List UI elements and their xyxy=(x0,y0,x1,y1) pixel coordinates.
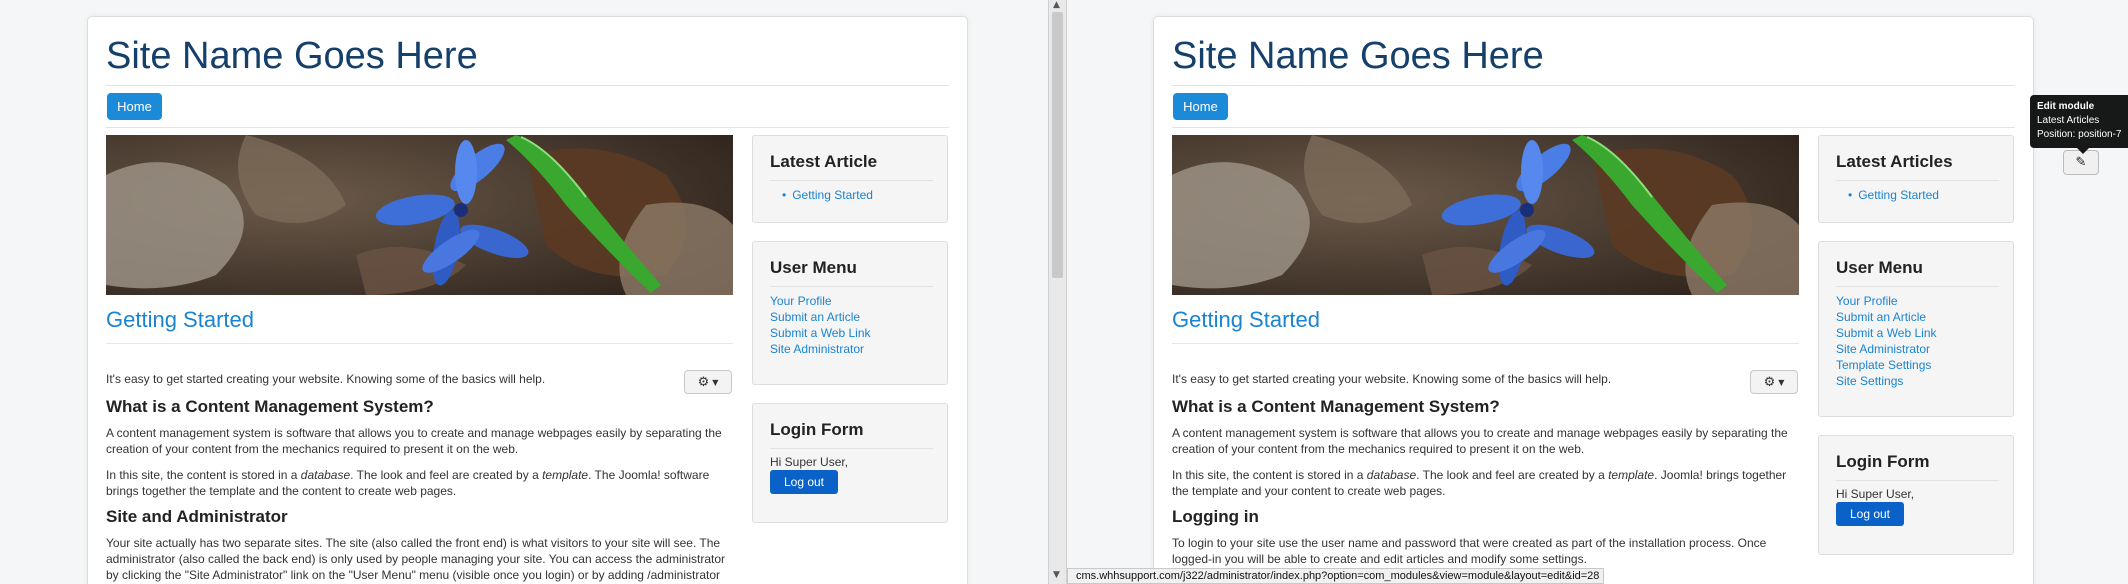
site-title[interactable]: Site Name Goes Here xyxy=(106,35,478,78)
user-menu-item[interactable]: Your Profile xyxy=(1836,293,1937,309)
heading-logging-in: Logging in xyxy=(1172,507,1259,526)
nav-home[interactable]: Home xyxy=(1173,93,1228,120)
flower-illustration xyxy=(106,135,733,295)
module-login-form: Login Form Hi Super User, Log out xyxy=(1818,435,2014,555)
gear-icon: ⚙ xyxy=(697,374,710,390)
user-menu-item[interactable]: Submit an Article xyxy=(770,309,871,325)
greeting-text: Hi Super User, xyxy=(770,455,849,469)
latest-item[interactable]: Getting Started xyxy=(770,187,873,203)
flower-illustration xyxy=(1172,135,1799,295)
article-divider xyxy=(106,343,733,344)
intro-text: It's easy to get started creating your w… xyxy=(106,372,546,386)
caret-down-icon: ▼ xyxy=(712,377,719,387)
paragraph-site: In this site, the content is stored in a… xyxy=(1172,468,1787,498)
user-menu-list: Your Profile Submit an Article Submit a … xyxy=(770,293,871,357)
heading-site-admin: Site and Administrator xyxy=(106,507,288,526)
site-card: Site Name Goes Here Home Getting Started… xyxy=(87,16,968,584)
latest-list: Getting Started xyxy=(770,187,873,203)
module-title: Latest Articles xyxy=(1836,152,1953,171)
module-user-menu: User Menu Your Profile Submit an Article… xyxy=(1818,241,2014,417)
user-menu-item[interactable]: Site Administrator xyxy=(1836,341,1937,357)
heading-cms: What is a Content Management System? xyxy=(1172,397,1500,416)
user-menu-item[interactable]: Submit a Web Link xyxy=(770,325,871,341)
latest-item[interactable]: Getting Started xyxy=(1836,187,1939,203)
scroll-down-icon[interactable]: ▼ xyxy=(1053,570,1060,580)
paragraph-logging-in: To login to your site use the user name … xyxy=(1172,536,1767,566)
article-title[interactable]: Getting Started xyxy=(1172,307,1320,333)
scroll-thumb[interactable] xyxy=(1052,12,1063,278)
module-divider xyxy=(770,448,933,449)
module-user-menu: User Menu Your Profile Submit an Article… xyxy=(752,241,948,385)
greeting-text: Hi Super User, xyxy=(1836,487,1915,501)
user-menu-item[interactable]: Site Settings xyxy=(1836,373,1937,389)
caret-down-icon: ▼ xyxy=(1778,377,1785,387)
edit-icon: ✎ xyxy=(2075,155,2087,170)
paragraph-cms: A content management system is software … xyxy=(106,426,722,456)
banner-image xyxy=(106,135,733,295)
logout-button[interactable]: Log out xyxy=(1836,502,1904,526)
intro-text: It's easy to get started creating your w… xyxy=(1172,372,1612,386)
user-menu-item[interactable]: Submit an Article xyxy=(1836,309,1937,325)
user-menu-list: Your Profile Submit an Article Submit a … xyxy=(1836,293,1937,389)
module-login-form: Login Form Hi Super User, Log out xyxy=(752,403,948,523)
module-title: Login Form xyxy=(1836,452,1930,471)
logout-button[interactable]: Log out xyxy=(770,470,838,494)
vertical-scrollbar[interactable]: ▲ ▼ xyxy=(1048,0,1067,584)
module-title: User Menu xyxy=(1836,258,1923,277)
module-title: Login Form xyxy=(770,420,864,439)
module-latest-articles: Latest Articles Getting Started xyxy=(1818,135,2014,223)
article-tools-button[interactable]: ⚙ ▼ xyxy=(684,370,732,394)
module-latest-article: Latest Article Getting Started xyxy=(752,135,948,223)
module-divider xyxy=(770,286,933,287)
scroll-up-icon[interactable]: ▲ xyxy=(1053,0,1060,10)
user-menu-item[interactable]: Submit a Web Link xyxy=(1836,325,1937,341)
module-divider xyxy=(1836,480,1999,481)
nav-home[interactable]: Home xyxy=(107,93,162,120)
module-title: Latest Article xyxy=(770,152,878,171)
paragraph-site: In this site, the content is stored in a… xyxy=(106,468,710,498)
user-menu-item[interactable]: Your Profile xyxy=(770,293,871,309)
site-title[interactable]: Site Name Goes Here xyxy=(1172,35,1544,78)
site-card: Site Name Goes Here Home Getting Started… xyxy=(1153,16,2128,584)
gear-icon: ⚙ xyxy=(1763,374,1776,390)
user-menu-item[interactable]: Template Settings xyxy=(1836,357,1937,373)
nav-divider xyxy=(106,127,949,128)
heading-cms: What is a Content Management System? xyxy=(106,397,434,416)
paragraph-site-admin: Your site actually has two separate site… xyxy=(106,536,726,582)
tooltip-title: Edit module xyxy=(2037,101,2095,112)
header-divider xyxy=(1172,85,2015,86)
nav-divider xyxy=(1172,127,2015,128)
right-pane: Site Name Goes Here Home Getting Started… xyxy=(1067,0,2128,584)
module-title: User Menu xyxy=(770,258,857,277)
module-divider xyxy=(1836,180,1999,181)
status-bar-url: cms.whhsupport.com/j322/administrator/in… xyxy=(1067,568,1604,584)
header-divider xyxy=(106,85,949,86)
module-divider xyxy=(1836,286,1999,287)
article-title[interactable]: Getting Started xyxy=(106,307,254,333)
tooltip-module-name: Latest Articles xyxy=(2037,115,2100,126)
edit-module-tooltip: Edit module Latest Articles Position: po… xyxy=(2030,95,2128,154)
article-tools-button[interactable]: ⚙ ▼ xyxy=(1750,370,1798,394)
module-divider xyxy=(770,180,933,181)
left-pane: Site Name Goes Here Home Getting Started… xyxy=(0,0,1048,584)
tooltip-position: Position: position-7 xyxy=(2037,129,2122,140)
article-divider xyxy=(1172,343,1799,344)
banner-image xyxy=(1172,135,1799,295)
paragraph-cms: A content management system is software … xyxy=(1172,426,1788,456)
user-menu-item[interactable]: Site Administrator xyxy=(770,341,871,357)
latest-list: Getting Started xyxy=(1836,187,1939,203)
